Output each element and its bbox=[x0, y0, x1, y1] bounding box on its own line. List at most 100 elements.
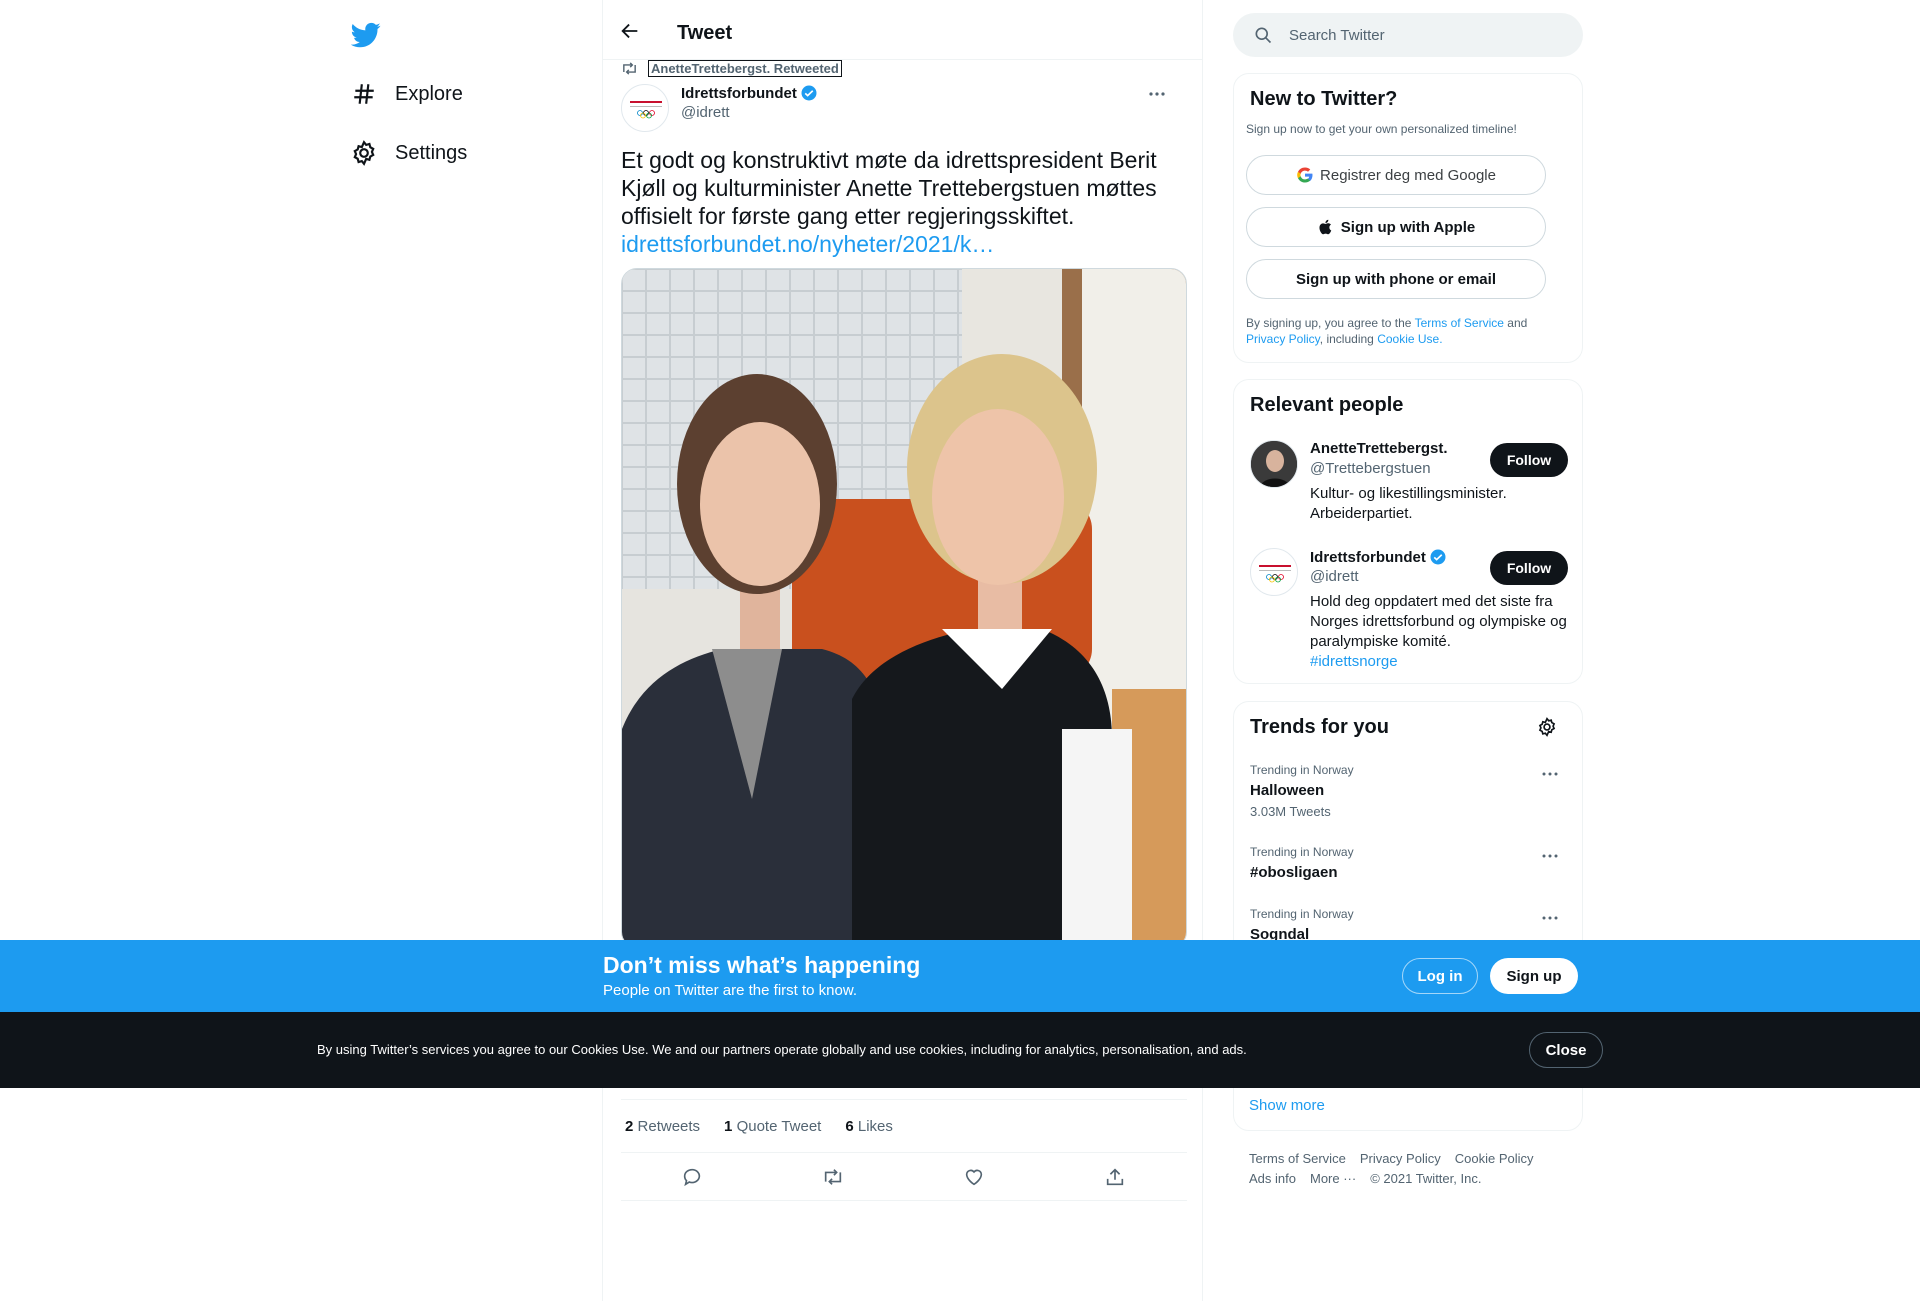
olympic-logo-icon bbox=[630, 101, 662, 119]
trend-name: Halloween bbox=[1250, 782, 1325, 799]
phone-email-signup-button[interactable]: Sign up with phone or email bbox=[1246, 259, 1546, 299]
signup-banner: Don’t miss what’s happening People on Tw… bbox=[0, 940, 1920, 1012]
page-title: Tweet bbox=[677, 22, 733, 44]
back-arrow-icon[interactable] bbox=[619, 20, 641, 42]
more-options-icon[interactable] bbox=[1540, 846, 1560, 866]
like-icon[interactable] bbox=[963, 1166, 985, 1188]
person-name[interactable]: AnetteTrettebergst. bbox=[1310, 440, 1448, 457]
nav-settings[interactable]: Settings bbox=[351, 133, 467, 173]
quotes-count: 1 bbox=[724, 1117, 733, 1135]
person-avatar[interactable] bbox=[1250, 548, 1298, 596]
new-to-twitter-card: New to Twitter? Sign up now to get your … bbox=[1233, 73, 1583, 363]
tweet-actions bbox=[621, 1153, 1187, 1201]
more-options-icon[interactable] bbox=[1540, 908, 1560, 928]
google-signup-label: Registrer deg med Google bbox=[1320, 166, 1496, 184]
person-name-label: Idrettsforbundet bbox=[1310, 548, 1426, 566]
person-handle[interactable]: @idrett bbox=[1310, 568, 1359, 585]
trend-context: Trending in Norway bbox=[1250, 845, 1354, 859]
trends-title: Trends for you bbox=[1250, 716, 1389, 738]
tweet-photo[interactable] bbox=[621, 268, 1187, 948]
author-name-label: Idrettsforbundet bbox=[681, 84, 797, 102]
retweet-icon bbox=[623, 62, 636, 75]
cookie-bar: By using Twitter’s services you agree to… bbox=[0, 1012, 1920, 1088]
google-signup-button[interactable]: Registrer deg med Google bbox=[1246, 155, 1546, 195]
follow-button[interactable]: Follow bbox=[1490, 443, 1568, 477]
terms-link[interactable]: Terms of Service bbox=[1415, 316, 1504, 330]
relevant-people-title: Relevant people bbox=[1250, 394, 1404, 416]
verified-badge-icon bbox=[801, 85, 817, 101]
hashtag-icon bbox=[354, 84, 374, 104]
twitter-logo-icon[interactable] bbox=[351, 20, 381, 50]
banner-subtitle: People on Twitter are the first to know. bbox=[603, 982, 858, 999]
footer-ads-info-link[interactable]: Ads info bbox=[1249, 1171, 1296, 1186]
hashtag-link[interactable]: #idrettsnorge bbox=[1310, 652, 1570, 672]
search-input[interactable] bbox=[1289, 13, 1569, 57]
person-bio: Kultur- og likestillingsminister. Arbeid… bbox=[1310, 485, 1507, 522]
likes-count: 6 bbox=[845, 1117, 854, 1135]
new-to-twitter-subtitle: Sign up now to get your own personalized… bbox=[1246, 122, 1517, 136]
trend-context: Trending in Norway bbox=[1250, 763, 1354, 777]
nav-explore[interactable]: Explore bbox=[351, 74, 463, 114]
retweets-count: 2 bbox=[625, 1117, 634, 1135]
tweet-link[interactable]: idrettsforbundet.no/nyheter/2021/k… bbox=[621, 230, 1181, 258]
signup-legal-text: By signing up, you agree to the Terms of… bbox=[1246, 315, 1566, 347]
apple-signup-label: Sign up with Apple bbox=[1340, 218, 1476, 236]
nav-settings-label: Settings bbox=[395, 141, 468, 164]
footer-cookie-link[interactable]: Cookie Policy bbox=[1455, 1151, 1534, 1166]
signup-button[interactable]: Sign up bbox=[1490, 958, 1578, 994]
trend-count: 3.03M Tweets bbox=[1250, 804, 1331, 819]
retweeted-by[interactable]: AnetteTrettebergst. Retweeted bbox=[621, 60, 842, 77]
person-bio-text: Hold deg oppdatert med det siste fra Nor… bbox=[1310, 593, 1567, 650]
login-button[interactable]: Log in bbox=[1402, 958, 1478, 994]
reply-icon[interactable] bbox=[681, 1166, 703, 1188]
tweet-body: Et godt og konstruktivt møte da idrettsp… bbox=[621, 147, 1157, 229]
author-name[interactable]: Idrettsforbundet bbox=[681, 84, 818, 102]
show-more-link[interactable]: Show more bbox=[1249, 1097, 1325, 1114]
apple-icon bbox=[1319, 219, 1332, 235]
person-handle[interactable]: @Trettebergstuen bbox=[1310, 460, 1431, 477]
cookie-text: By using Twitter’s services you agree to… bbox=[317, 1042, 1247, 1057]
quotes-stat[interactable]: 1 Quote Tweet bbox=[720, 1118, 821, 1135]
nav-explore-label: Explore bbox=[395, 82, 463, 105]
person-avatar[interactable] bbox=[1250, 440, 1298, 488]
retweeted-by-label: AnetteTrettebergst. Retweeted bbox=[648, 60, 842, 77]
footer-links: Terms of Service Privacy Policy Cookie P… bbox=[1249, 1151, 1548, 1166]
follow-button[interactable]: Follow bbox=[1490, 551, 1568, 585]
search-box[interactable] bbox=[1233, 13, 1583, 57]
tweet-photo-image bbox=[622, 269, 1186, 947]
footer-copyright: © 2021 Twitter, Inc. bbox=[1370, 1171, 1482, 1186]
author-avatar[interactable] bbox=[621, 84, 669, 132]
retweet-action-icon[interactable] bbox=[822, 1166, 844, 1188]
main-column: Tweet AnetteTrettebergst. Retweeted Idre… bbox=[602, 0, 1203, 1301]
gear-icon[interactable] bbox=[1537, 717, 1557, 737]
footer-terms-link[interactable]: Terms of Service bbox=[1249, 1151, 1346, 1166]
search-icon bbox=[1255, 27, 1272, 44]
retweets-stat[interactable]: 2 Retweets bbox=[621, 1118, 700, 1135]
footer-links-row2: Ads info More ··· © 2021 Twitter, Inc. bbox=[1249, 1171, 1495, 1186]
more-options-icon[interactable] bbox=[1147, 84, 1167, 104]
close-button[interactable]: Close bbox=[1529, 1032, 1603, 1068]
tweet-text: Et godt og konstruktivt møte da idrettsp… bbox=[621, 146, 1181, 258]
legal-including: , including bbox=[1319, 332, 1374, 346]
footer-more-link[interactable]: More ··· bbox=[1310, 1171, 1356, 1186]
new-to-twitter-title: New to Twitter? bbox=[1250, 88, 1398, 110]
retweets-label: Retweets bbox=[637, 1117, 701, 1135]
trend-name: #obosligaen bbox=[1250, 864, 1338, 881]
cookie-use-link[interactable]: Cookie Use. bbox=[1377, 332, 1442, 346]
tweet-stats: 2 Retweets 1 Quote Tweet 6 Likes bbox=[621, 1099, 1187, 1153]
apple-signup-button[interactable]: Sign up with Apple bbox=[1246, 207, 1546, 247]
share-icon[interactable] bbox=[1104, 1166, 1126, 1188]
likes-stat[interactable]: 6 Likes bbox=[841, 1118, 893, 1135]
phone-email-signup-label: Sign up with phone or email bbox=[1295, 270, 1496, 288]
privacy-link[interactable]: Privacy Policy bbox=[1246, 332, 1320, 346]
person-photo-icon bbox=[1251, 441, 1297, 487]
more-options-icon[interactable] bbox=[1540, 764, 1560, 784]
person-name[interactable]: Idrettsforbundet bbox=[1310, 548, 1447, 566]
footer-privacy-link[interactable]: Privacy Policy bbox=[1360, 1151, 1441, 1166]
banner-title: Don’t miss what’s happening bbox=[603, 952, 921, 978]
quotes-label: Quote Tweet bbox=[736, 1117, 822, 1135]
verified-badge-icon bbox=[1430, 549, 1446, 565]
google-icon bbox=[1297, 167, 1313, 183]
author-handle[interactable]: @idrett bbox=[681, 104, 730, 121]
person-bio: Hold deg oppdatert med det siste fra Nor… bbox=[1310, 592, 1570, 672]
